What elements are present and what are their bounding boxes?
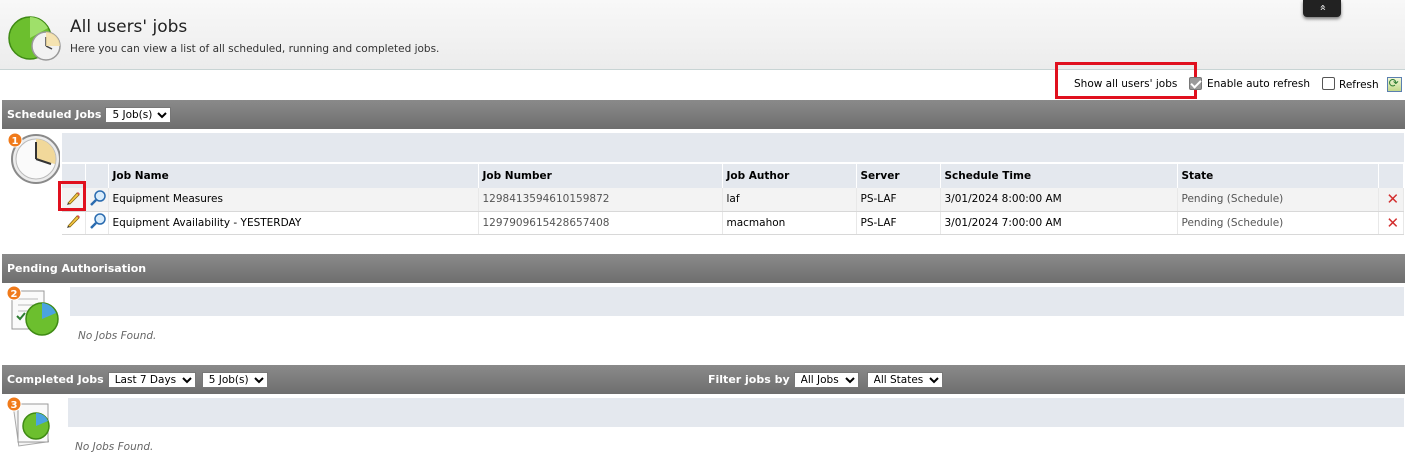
refresh-button[interactable]: Refresh xyxy=(1339,76,1402,92)
table-row: Equipment Availability - YESTERDAY 12979… xyxy=(62,211,1404,235)
auto-refresh-option[interactable]: Enable auto refresh xyxy=(1207,77,1335,90)
scheduled-badge: 1 xyxy=(12,136,19,147)
delete-icon[interactable]: ✕ xyxy=(1378,188,1404,212)
job-author: laf xyxy=(722,188,857,212)
pending-authorisation-title: Pending Authorisation xyxy=(7,262,147,275)
page-header: All users' jobs Here you can view a list… xyxy=(0,0,1405,70)
pending-authorisation-icon: 2 xyxy=(6,285,59,336)
table-row: Equipment Measures 1298413594610159872 l… xyxy=(62,188,1404,212)
refresh-label: Refresh xyxy=(1339,78,1379,91)
edit-pencil-icon[interactable] xyxy=(65,213,81,229)
scheduled-strip xyxy=(62,133,1404,162)
col-server[interactable]: Server xyxy=(856,164,941,188)
job-author: macmahon xyxy=(722,211,857,235)
scheduled-clock-icon: 1 xyxy=(7,132,60,184)
scheduled-count-select[interactable]: 5 Job(s) xyxy=(105,106,172,123)
auto-refresh-label: Enable auto refresh xyxy=(1207,77,1310,90)
auto-refresh-checkbox[interactable] xyxy=(1322,77,1335,90)
pending-badge: 2 xyxy=(11,289,18,300)
collapse-header-button[interactable]: » xyxy=(1303,0,1341,17)
show-all-users-checkbox[interactable] xyxy=(1189,77,1203,90)
filter-jobs-select[interactable]: All Jobs xyxy=(793,371,859,388)
col-schedule-time[interactable]: Schedule Time xyxy=(940,164,1178,188)
completed-jobs-title: Completed Jobs xyxy=(7,373,104,386)
filter-states-select[interactable]: All States xyxy=(866,371,943,388)
job-number: 1297909615428657408 xyxy=(478,211,723,235)
delete-icon[interactable]: ✕ xyxy=(1378,211,1404,235)
completed-jobs-icon: 3 xyxy=(6,396,50,447)
page-title: All users' jobs xyxy=(70,17,188,37)
filter-label: Filter jobs by xyxy=(708,373,790,386)
job-name: Equipment Availability - YESTERDAY xyxy=(108,211,479,235)
col-job-name[interactable]: Job Name xyxy=(108,164,479,188)
pending-strip xyxy=(70,287,1404,316)
scheduled-jobs-title: Scheduled Jobs xyxy=(7,108,102,121)
view-magnifier-icon[interactable] xyxy=(89,189,107,207)
col-job-author[interactable]: Job Author xyxy=(722,164,857,188)
job-state: Pending (Schedule) xyxy=(1177,188,1379,212)
completed-jobs-bar: Completed Jobs Last 7 Days 5 Job(s) Filt… xyxy=(2,365,1405,394)
scheduled-jobs-bar: Scheduled Jobs 5 Job(s) xyxy=(2,100,1405,129)
show-all-users-option[interactable]: Show all users' jobs xyxy=(1074,77,1203,90)
job-state: Pending (Schedule) xyxy=(1177,211,1379,235)
page-subtitle: Here you can view a list of all schedule… xyxy=(70,43,440,55)
completed-empty-message: No Jobs Found. xyxy=(75,441,154,453)
completed-badge: 3 xyxy=(11,400,18,411)
filter-group: Filter jobs by All Jobs All States xyxy=(708,365,943,394)
pending-empty-message: No Jobs Found. xyxy=(78,330,157,342)
chevron-up-icon: » xyxy=(1315,4,1329,11)
show-all-users-label: Show all users' jobs xyxy=(1074,77,1178,90)
job-server: PS-LAF xyxy=(856,211,941,235)
job-schedule-time: 3/01/2024 7:00:00 AM xyxy=(940,211,1178,235)
view-magnifier-icon[interactable] xyxy=(89,212,107,230)
job-name: Equipment Measures xyxy=(108,188,479,212)
completed-strip xyxy=(68,398,1404,427)
refresh-icon[interactable] xyxy=(1386,76,1402,92)
completed-count-select[interactable]: 5 Job(s) xyxy=(201,371,268,388)
pending-authorisation-bar: Pending Authorisation xyxy=(2,254,1405,283)
scheduled-jobs-table: Job Name Job Number Job Author Server Sc… xyxy=(62,164,1404,235)
col-state[interactable]: State xyxy=(1177,164,1379,188)
job-server: PS-LAF xyxy=(856,188,941,212)
job-number: 1298413594610159872 xyxy=(478,188,723,212)
job-schedule-time: 3/01/2024 8:00:00 AM xyxy=(940,188,1178,212)
edit-highlight-box xyxy=(58,181,86,211)
options-bar: Show all users' jobs Enable auto refresh… xyxy=(0,62,1405,99)
completed-range-select[interactable]: Last 7 Days xyxy=(107,371,196,388)
table-header-row: Job Name Job Number Job Author Server Sc… xyxy=(62,164,1404,188)
col-job-number[interactable]: Job Number xyxy=(478,164,723,188)
jobs-logo-icon xyxy=(8,16,61,61)
